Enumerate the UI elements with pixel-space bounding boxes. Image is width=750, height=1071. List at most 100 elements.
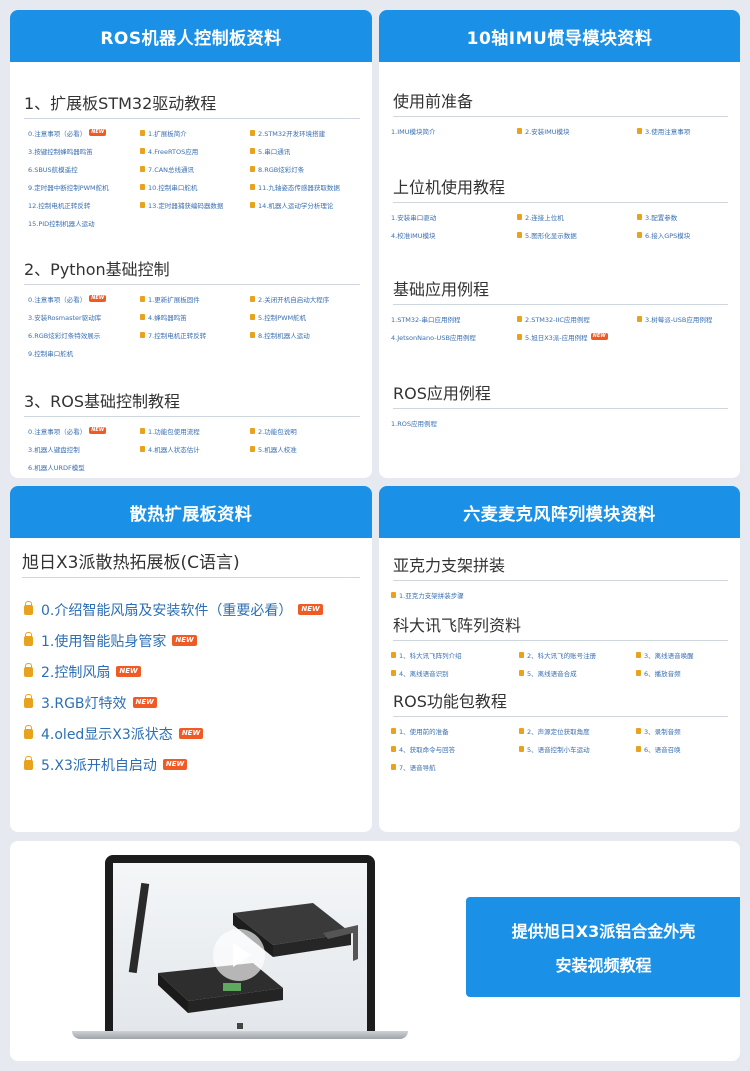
tutorial-link[interactable]: 6.接入GPS模块: [637, 229, 740, 240]
heat-tutorial-link[interactable]: 0.介绍智能风扇及安装软件（重要必看） NEW: [24, 594, 372, 625]
tutorial-link[interactable]: 2、科大讯飞的账号注册: [519, 649, 636, 660]
tutorial-link[interactable]: 5.机器人校准: [250, 443, 368, 454]
tutorial-link[interactable]: 2.功能包说明: [250, 425, 368, 436]
lock-icon: [140, 183, 145, 190]
tutorial-link-label: 2.连接上位机: [525, 213, 564, 222]
tutorial-link-label: 1.功能包使用流程: [148, 427, 200, 436]
tutorial-link[interactable]: 1.扩展板简介: [140, 127, 250, 138]
tutorial-link[interactable]: 2.关闭开机自启动大程序: [250, 293, 368, 304]
section: 基础应用例程 1.STM32-串口应用例程 2.STM32-IIC应用例程 3.树莓派…: [379, 276, 740, 342]
tutorial-link[interactable]: 12.控制电机正转反转: [28, 199, 140, 210]
new-badge: NEW: [162, 759, 188, 770]
heat-tutorial-link[interactable]: 3.RGB灯特效 NEW: [24, 687, 372, 718]
tutorial-link[interactable]: 3.树莓派-USB应用例程: [637, 313, 740, 324]
tutorial-link-label: 14.机器人运动学分析理论: [258, 201, 334, 210]
section: 科大讯飞阵列资料 1、科大讯飞阵列介绍 2、科大讯飞的账号注册 3、离线语音唤醒 4、离…: [379, 612, 740, 678]
heat-tutorial-link[interactable]: 4.oled显示X3派状态 NEW: [24, 718, 372, 749]
section: ROS功能包教程 1、使用前的准备 2、声源定位获取角度 3、录制音频 4、获取命令与回…: [379, 688, 740, 772]
tutorial-link[interactable]: 1.STM32-串口应用例程: [391, 313, 517, 324]
link-grid: 1.亚克力支架拼装步骤: [391, 589, 740, 600]
video-thumbnail[interactable]: [113, 863, 367, 1031]
tutorial-link[interactable]: 4.FreeRTOS应用: [140, 145, 250, 156]
tutorial-link-label: 5.图形化显示数据: [525, 231, 577, 240]
heat-tutorial-link[interactable]: 2.控制风扇 NEW: [24, 656, 372, 687]
tutorial-link[interactable]: 3.机器人键盘控制: [28, 443, 140, 454]
tutorial-link[interactable]: 3、录制音频: [636, 725, 740, 736]
tutorial-link[interactable]: 14.机器人运动学分析理论: [250, 199, 368, 210]
tutorial-link[interactable]: 1.ROS应用例程: [391, 417, 517, 428]
tutorial-link[interactable]: 2.连接上位机: [517, 211, 637, 222]
tutorial-link[interactable]: 4、获取命令与回答: [391, 743, 519, 754]
tutorial-link-label: 12.控制电机正转反转: [28, 201, 91, 210]
section-title: 科大讯飞阵列资料: [393, 612, 728, 641]
heat-tutorial-link[interactable]: 5.X3派开机自启动 NEW: [24, 749, 372, 780]
tutorial-link[interactable]: 2.安装IMU模块: [517, 125, 637, 136]
tutorial-link[interactable]: 3、离线语音唤醒: [636, 649, 740, 660]
heat-tutorial-label: 1.使用智能贴身管家: [41, 633, 167, 650]
tutorial-link[interactable]: 5.图形化显示数据: [517, 229, 637, 240]
tutorial-link[interactable]: 4.JetsonNano-USB应用例程: [391, 331, 517, 342]
heat-tutorial-label: 4.oled显示X3派状态: [41, 726, 173, 743]
tutorial-link-label: 8.控制机器人运动: [258, 331, 310, 340]
video-promo-card: 提供旭日X3派铝合金外壳 安装视频教程: [10, 841, 740, 1061]
tutorial-link[interactable]: 7.控制电机正转反转: [140, 329, 250, 340]
tutorial-link[interactable]: 6.RGB炫彩灯条特效展示: [28, 329, 140, 340]
tutorial-link[interactable]: 5.旭日X3派-应用例程 NEW: [517, 331, 637, 342]
tutorial-link[interactable]: 5.串口通讯: [250, 145, 368, 156]
tutorial-link[interactable]: 6、播放音频: [636, 667, 740, 678]
tutorial-link-label: 1.IMU模块简介: [391, 127, 436, 136]
tutorial-link-label: 7.控制电机正转反转: [148, 331, 207, 340]
tutorial-link[interactable]: 5、语音控制小车运动: [519, 743, 636, 754]
heat-tutorial-link[interactable]: 1.使用智能贴身管家 NEW: [24, 625, 372, 656]
tutorial-link-label: 2.关闭开机自启动大程序: [258, 295, 330, 304]
tutorial-link[interactable]: 6.机器人URDF模型: [28, 461, 140, 472]
tutorial-link[interactable]: 10.控制串口舵机: [140, 181, 250, 192]
link-grid: 0.注意事项（必看） NEW 1.扩展板简介 2.STM32开发环境搭建 3.按键控制蜂…: [28, 127, 372, 228]
tutorial-link[interactable]: 9.定时器中断控制PWM舵机: [28, 181, 140, 192]
link-grid: 0.注意事项（必看） NEW 1.更新扩展板固件 2.关闭开机自启动大程序 3.安装Ro…: [28, 293, 372, 358]
tutorial-link[interactable]: 13.定时器捕获编码器数据: [140, 199, 250, 210]
tutorial-link[interactable]: 4.机器人状态估计: [140, 443, 250, 454]
tutorial-link[interactable]: 2.STM32-IIC应用例程: [517, 313, 637, 324]
tutorial-link[interactable]: 1.IMU模块简介: [391, 125, 517, 136]
tutorial-link[interactable]: 0.注意事项（必看） NEW: [28, 127, 140, 138]
tutorial-link[interactable]: 8.控制机器人运动: [250, 329, 368, 340]
tutorial-link[interactable]: 4、离线语音识别: [391, 667, 519, 678]
tutorial-link-label: 0.注意事项（必看）: [28, 427, 87, 436]
tutorial-link[interactable]: 3.使用注意事项: [637, 125, 740, 136]
tutorial-link[interactable]: 1.亚克力支架拼装步骤: [391, 589, 519, 600]
tutorial-link[interactable]: 8.RGB炫彩灯条: [250, 163, 368, 174]
lock-icon: [24, 631, 33, 646]
tutorial-link[interactable]: 1.安装串口驱动: [391, 211, 517, 222]
tutorial-link[interactable]: 3.安装Rosmaster驱动库: [28, 311, 140, 322]
mic-card-body: 亚克力支架拼装 1.亚克力支架拼装步骤 科大讯飞阵列资料 1、科大讯飞阵列介绍 2、科大…: [379, 538, 740, 772]
tutorial-link[interactable]: 0.注意事项（必看） NEW: [28, 293, 140, 304]
tutorial-link[interactable]: 4.蜂鸣器鸣笛: [140, 311, 250, 322]
tutorial-link[interactable]: 5.控制PWM舵机: [250, 311, 368, 322]
tutorial-link[interactable]: 5、离线语音合成: [519, 667, 636, 678]
tutorial-link[interactable]: 7.CAN总线通讯: [140, 163, 250, 174]
tutorial-link[interactable]: 9.控制串口舵机: [28, 347, 140, 358]
tutorial-link[interactable]: 1.功能包使用流程: [140, 425, 250, 436]
lock-icon: [140, 201, 145, 208]
tutorial-link[interactable]: 1、科大讯飞阵列介绍: [391, 649, 519, 660]
promo-banner[interactable]: 提供旭日X3派铝合金外壳 安装视频教程: [466, 897, 740, 997]
tutorial-link[interactable]: 6、语音召唤: [636, 743, 740, 754]
tutorial-link[interactable]: 4.校准IMU模块: [391, 229, 517, 240]
tutorial-link[interactable]: 7、语音导航: [391, 761, 519, 772]
tutorial-link[interactable]: 6.SBUS航模遥控: [28, 163, 140, 174]
tutorial-link[interactable]: 11.九轴姿态传感器获取数据: [250, 181, 368, 192]
tutorial-link-label: 9.控制串口舵机: [28, 349, 74, 358]
tutorial-link[interactable]: 2.STM32开发环境搭建: [250, 127, 368, 138]
tutorial-link[interactable]: 3.配置参数: [637, 211, 740, 222]
tutorial-link[interactable]: 1.更新扩展板固件: [140, 293, 250, 304]
tutorial-link[interactable]: 15.PID控制机器人运动: [28, 217, 140, 228]
lock-icon: [250, 313, 255, 320]
tutorial-link[interactable]: 2、声源定位获取角度: [519, 725, 636, 736]
play-button-icon[interactable]: [213, 929, 265, 981]
link-grid: 1.ROS应用例程: [391, 417, 740, 428]
tutorial-link[interactable]: 3.按键控制蜂鸣器鸣笛: [28, 145, 140, 156]
tutorial-link[interactable]: 0.注意事项（必看） NEW: [28, 425, 140, 436]
tutorial-link[interactable]: 1、使用前的准备: [391, 725, 519, 736]
lock-icon: [250, 147, 255, 154]
